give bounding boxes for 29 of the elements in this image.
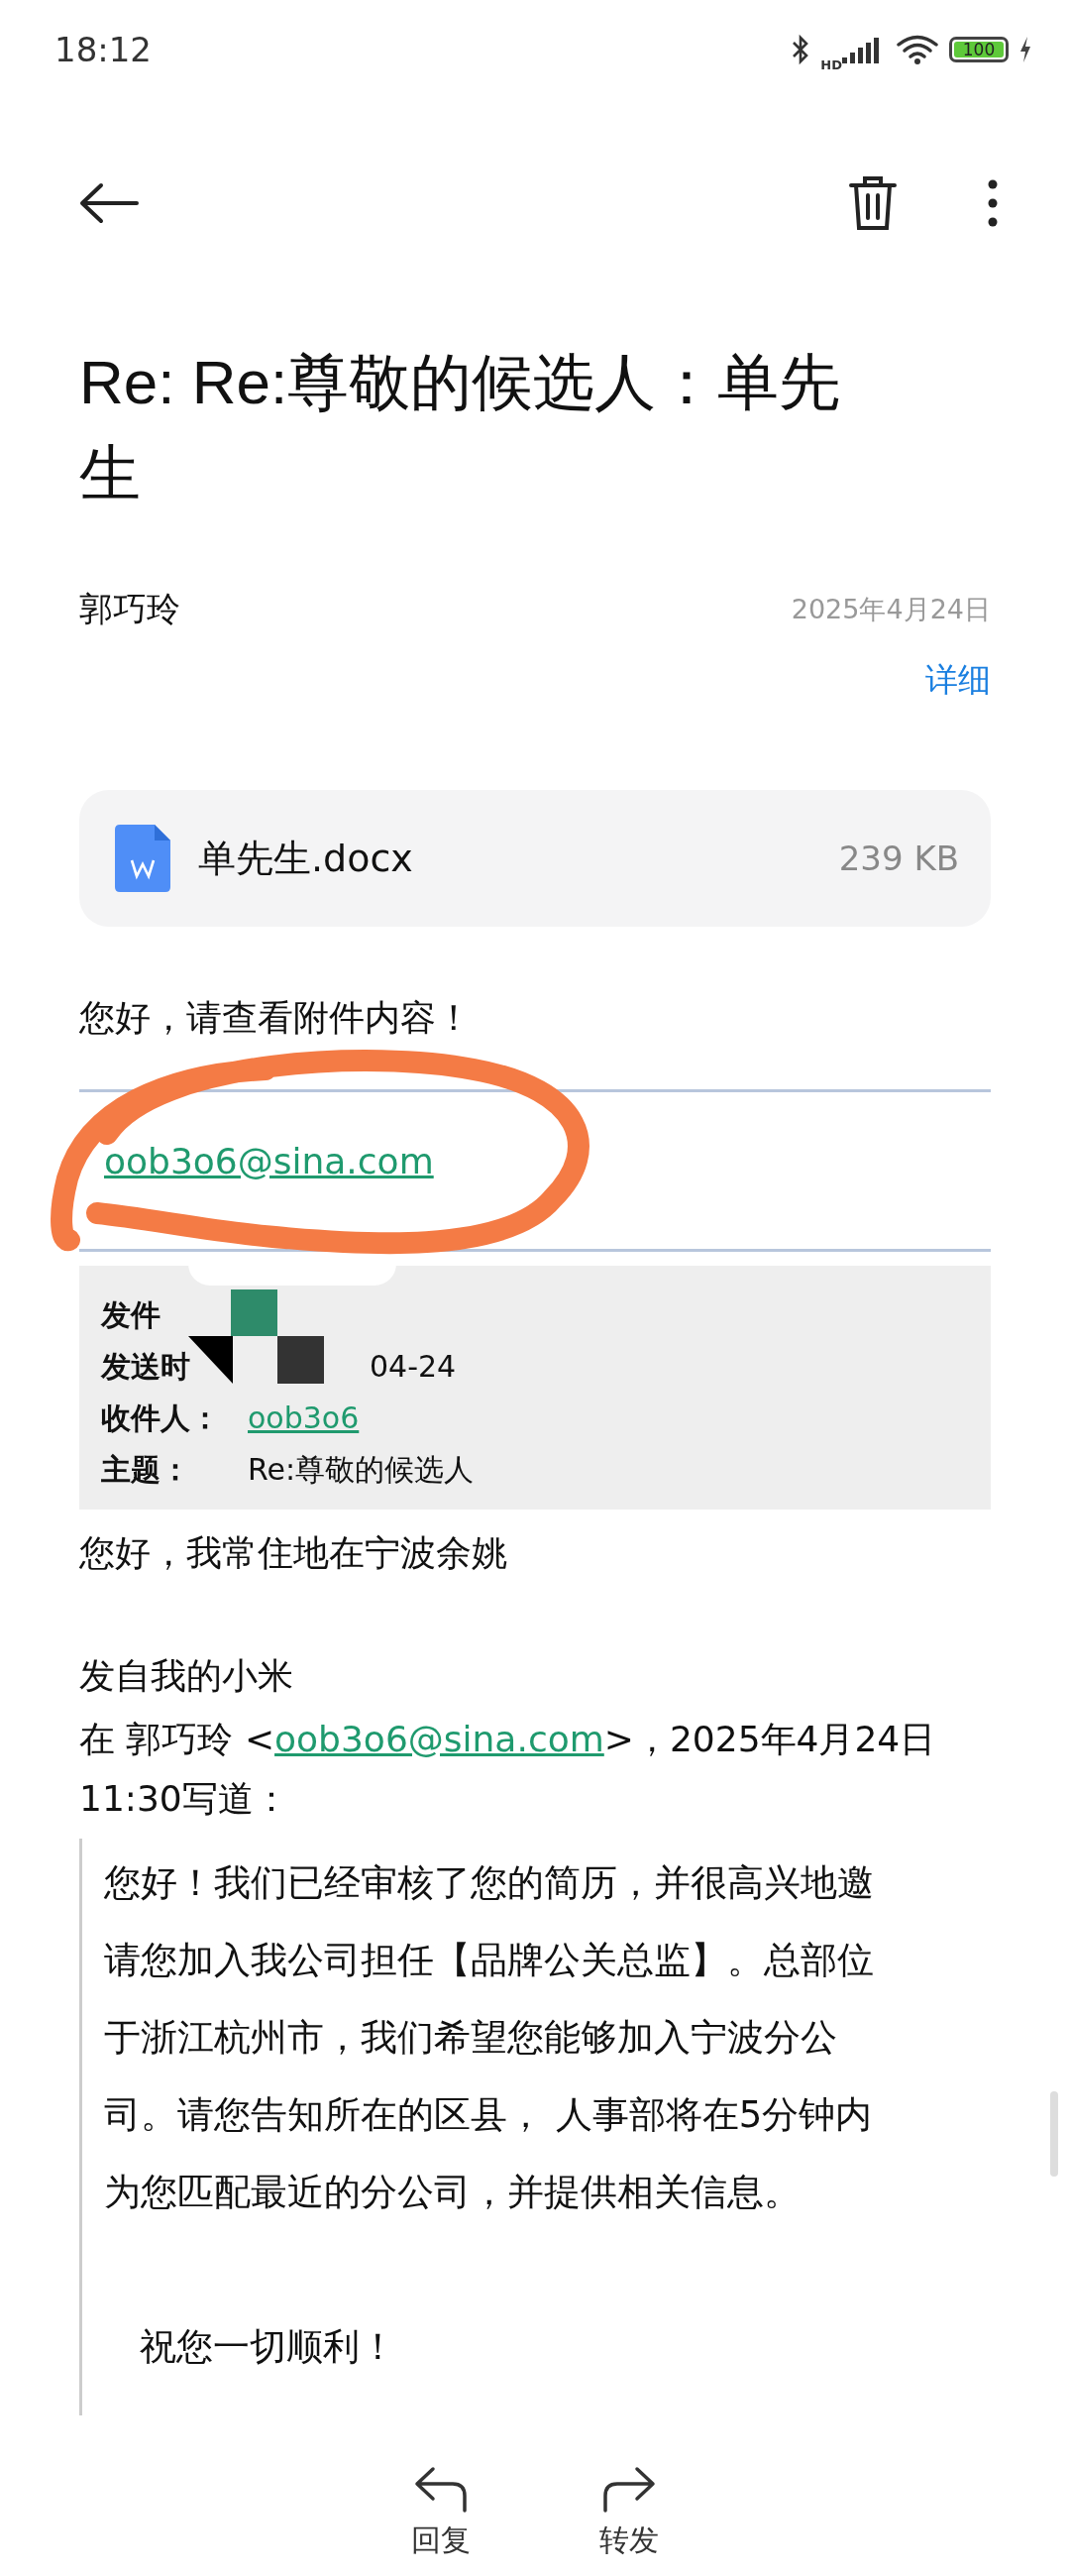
quote-text: 请您加入我公司担任【品牌公关总监】。总部位 [104, 1938, 875, 1983]
email-link[interactable]: oob3o6@sina.com [104, 1140, 434, 1181]
reply-text: 您好，我常住地在宁波余姚 [79, 1531, 508, 1575]
email-link[interactable]: oob3o6@sina.com [274, 1719, 604, 1759]
header-value: 04-24 [370, 1348, 457, 1386]
header-label: 主题： [101, 1451, 191, 1489]
quote-text: 于浙江杭州市，我们希望您能够加入宁波分公 [104, 2015, 838, 2061]
header-label: 收件人： [101, 1400, 221, 1437]
header-label: 发件 [101, 1296, 160, 1334]
email-date: 2025年4月24日 [791, 593, 991, 626]
quote-text: 您好！我们已经审核了您的简历，并很高兴地邀 [104, 1860, 875, 1906]
closing-text: 祝您一切顺利！ [139, 2324, 397, 2370]
sender-name: 郭巧玲 [79, 588, 180, 630]
quote-text: 司。请您告知所在的区县， 人事部将在5分钟内 [104, 2092, 874, 2138]
quote-intro: 在 郭巧玲 <oob3o6@sina.com>，2025年4月24日 11:30写道： [79, 1718, 937, 1821]
battery-icon: 100 [949, 37, 1009, 62]
status-time: 18:12 [54, 30, 152, 69]
header-label: 发送时 [101, 1348, 190, 1386]
details-link[interactable]: 详细 [925, 658, 991, 703]
signature-text: 发自我的小米 [79, 1654, 294, 1698]
forward-button[interactable]: 转发 [599, 2465, 659, 2561]
network-label: HD [820, 56, 842, 72]
attachment-card[interactable]: 单先生.docx 239 KB [79, 790, 991, 927]
reply-button[interactable]: 回复 [411, 2465, 471, 2561]
email-subject: Re: Re:尊敬的候选人：单先生 [79, 347, 842, 509]
header-value: Re:尊敬的候选人 [248, 1451, 475, 1489]
quote-text: 为您匹配最近的分公司，并提供相关信息。 [104, 2170, 802, 2215]
greeting-text: 您好，请查看附件内容！ [79, 996, 473, 1040]
recipient-link[interactable]: oob3o6 [248, 1393, 360, 1444]
